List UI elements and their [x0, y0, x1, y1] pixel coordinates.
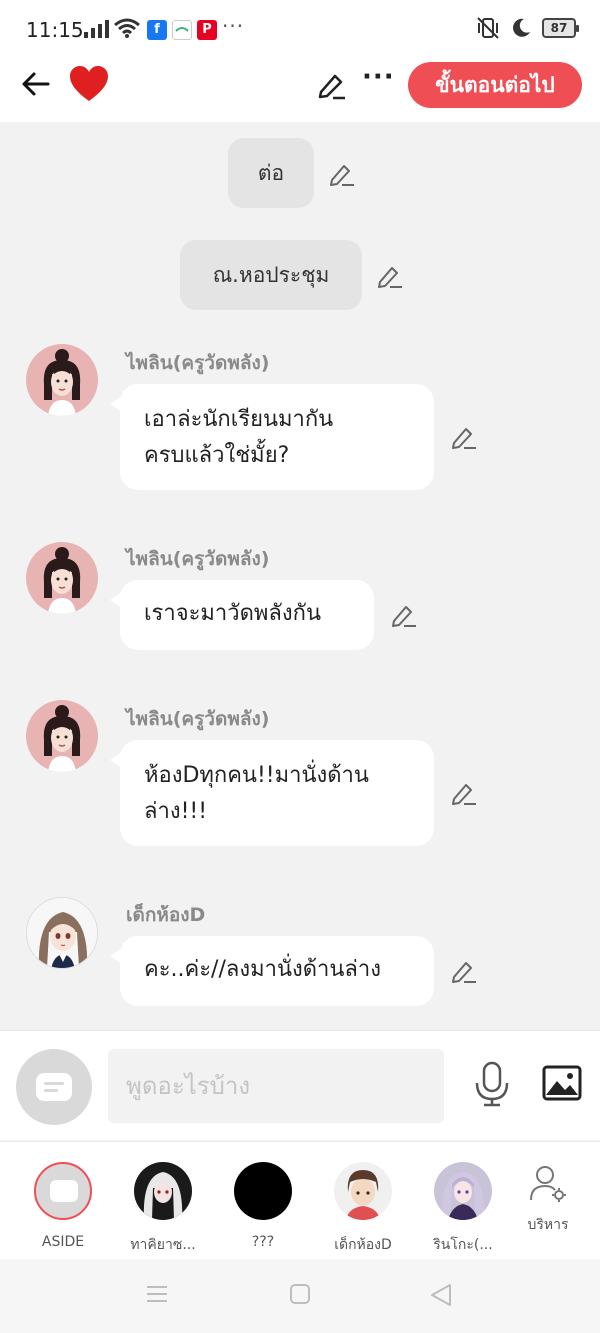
sender-name: ไพลิน(ครูวัดพลัง): [126, 548, 270, 570]
sender-name: ไพลิน(ครูวัดพลัง): [126, 708, 270, 730]
aside-toggle-button[interactable]: [16, 1049, 92, 1125]
edit-pencil-icon[interactable]: [450, 423, 478, 449]
chat-bubble-icon: [36, 1073, 72, 1101]
message-bubble[interactable]: คะ..ค่ะ//ลงมานั่งด้านล่าง: [110, 936, 434, 1006]
edit-pencil-icon[interactable]: [328, 160, 356, 186]
edit-pencil-icon[interactable]: [390, 601, 418, 627]
message-line: คะ..ค่ะ//ลงมานั่งด้านล่าง: [144, 957, 381, 982]
compose-bar: [0, 1030, 600, 1140]
wifi-icon: [114, 18, 140, 38]
chat-area[interactable]: ต่อ ณ.หอประชุม ไพลิน(ครูวัดพลัง) เอาล่ะน…: [0, 122, 600, 1030]
edit-pencil-icon[interactable]: [376, 262, 404, 288]
avatar-pailin[interactable]: [26, 344, 98, 416]
sender-name: เด็กห้องD: [126, 904, 206, 926]
character-student-d[interactable]: เด็กห้องD: [318, 1162, 408, 1256]
edit-pencil-icon[interactable]: [450, 779, 478, 805]
edit-pencil-icon[interactable]: [315, 68, 347, 100]
message-bubble[interactable]: ห้องDทุกคน!!มานั่งด้าน ล่าง!!!: [110, 740, 434, 846]
message-line: ครบแล้วใช่มั้ย?: [144, 443, 290, 468]
character-name: รินโกะ(...: [433, 1237, 493, 1253]
manage-characters-button[interactable]: บริหาร: [518, 1164, 578, 1236]
user-settings-icon: [530, 1166, 566, 1202]
facebook-notification-icon: f: [147, 20, 167, 40]
narration-bubble[interactable]: ณ.หอประชุม: [180, 240, 362, 310]
more-options-icon[interactable]: ···: [362, 62, 395, 92]
edit-pencil-icon[interactable]: [450, 957, 478, 983]
character-ringo[interactable]: รินโกะ(...: [418, 1162, 508, 1256]
microphone-icon[interactable]: [474, 1061, 510, 1107]
status-bar: 11:15 f P ··· 87: [0, 0, 600, 60]
character-name: เด็กห้องD: [334, 1237, 392, 1253]
heart-icon[interactable]: [68, 64, 110, 104]
battery-indicator: 87: [542, 18, 579, 38]
moon-icon: [513, 18, 530, 37]
signal-icon: [84, 20, 109, 38]
pinterest-notification-icon: P: [197, 20, 217, 40]
menu-icon[interactable]: [146, 1283, 168, 1305]
character-takiyasha[interactable]: ทาคิยาซ...: [118, 1162, 208, 1256]
back-arrow-icon[interactable]: [20, 68, 52, 100]
narration-bubble[interactable]: ต่อ: [228, 138, 314, 208]
vibrate-icon: [477, 17, 499, 39]
image-icon[interactable]: [542, 1065, 582, 1101]
character-avatar: [334, 1162, 392, 1220]
message-line: ล่าง!!!: [144, 799, 208, 824]
message-input[interactable]: [108, 1049, 444, 1123]
character-aside[interactable]: ASIDE: [18, 1162, 108, 1250]
character-name: ASIDE: [41, 1234, 85, 1250]
home-icon[interactable]: [289, 1283, 311, 1305]
top-bar: ··· ขั้นตอนต่อไป: [0, 60, 600, 122]
message-line: เอาล่ะนักเรียนมากัน: [144, 407, 334, 432]
avatar-student-d[interactable]: [26, 897, 98, 969]
character-unknown[interactable]: ???: [218, 1162, 308, 1250]
character-bar: ASIDE ทาคิยาซ... ??? เด็กห้องD รินโกะ(..…: [0, 1141, 600, 1259]
character-avatar: [234, 1162, 292, 1220]
avatar-pailin[interactable]: [26, 700, 98, 772]
message-bubble[interactable]: เราจะมาวัดพลังกัน: [110, 580, 374, 650]
aside-avatar: [34, 1162, 92, 1220]
system-navigation-bar: [0, 1259, 600, 1333]
character-avatar: [134, 1162, 192, 1220]
status-time: 11:15: [26, 18, 84, 42]
manage-label: บริหาร: [527, 1217, 569, 1233]
character-name: ทาคิยาซ...: [130, 1237, 196, 1253]
more-notifications-icon: ···: [222, 14, 245, 38]
character-name: ???: [251, 1234, 275, 1250]
next-step-button[interactable]: ขั้นตอนต่อไป: [408, 62, 582, 108]
back-icon[interactable]: [430, 1283, 452, 1307]
avatar-pailin[interactable]: [26, 542, 98, 614]
message-bubble[interactable]: เอาล่ะนักเรียนมากัน ครบแล้วใช่มั้ย?: [110, 384, 434, 490]
message-line: เราจะมาวัดพลังกัน: [144, 601, 321, 626]
character-avatar: [434, 1162, 492, 1220]
app-notification-icon: [172, 20, 192, 40]
sender-name: ไพลิน(ครูวัดพลัง): [126, 352, 270, 374]
message-line: ห้องDทุกคน!!มานั่งด้าน: [144, 763, 369, 788]
